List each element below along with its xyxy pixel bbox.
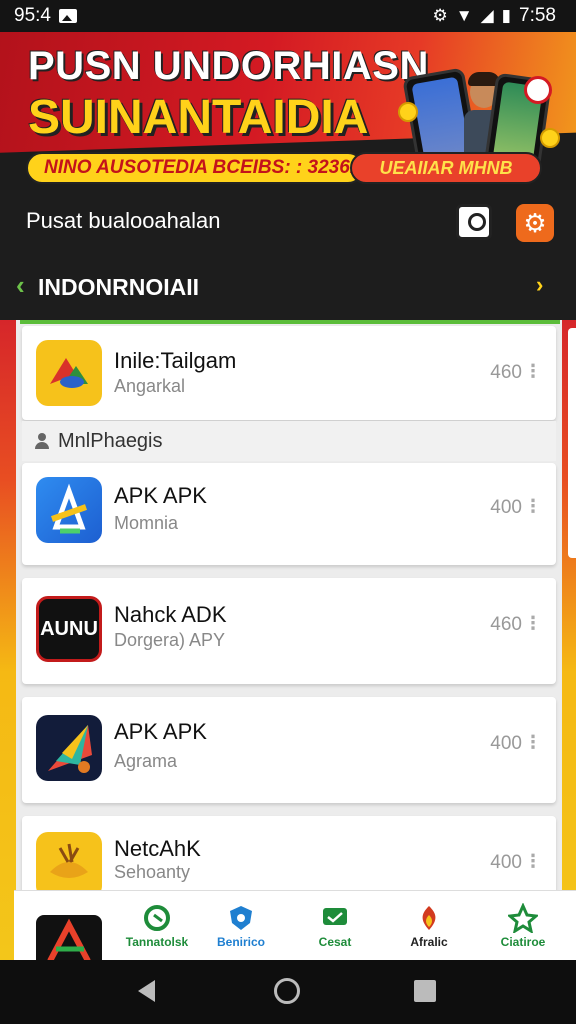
- chat-icon: [323, 908, 347, 925]
- banner-title-line2: SUINANTAIDIA: [28, 91, 369, 144]
- app-count: 460: [490, 362, 522, 383]
- more-vert-icon[interactable]: ⋮: [524, 497, 542, 515]
- app-count: 400: [490, 852, 522, 873]
- app-list-item[interactable]: AUNU Nahck ADK Dorgera) APY 460 ⋮: [22, 578, 556, 684]
- banner-promo-button[interactable]: UEAIIAR MHNB: [350, 152, 542, 184]
- shield-icon: [230, 906, 252, 930]
- app-list-item[interactable]: NetcAhK Sehoanty 400 ⋮: [22, 816, 556, 898]
- status-bar: 95:4 ⚙ ▼ ◢ ▮ 7:58: [0, 0, 576, 32]
- scan-button[interactable]: [456, 204, 492, 240]
- coin-icon: [398, 102, 418, 122]
- chevron-right-icon[interactable]: ›: [536, 272, 543, 298]
- tab-security[interactable]: Benirico: [198, 891, 284, 961]
- gear-icon: ⚙: [523, 208, 547, 238]
- tab-label: Cesat: [318, 935, 352, 949]
- battery-icon: ▮: [501, 6, 512, 25]
- tab-top[interactable]: Ciatiroe: [480, 891, 566, 961]
- chevron-left-icon[interactable]: ‹: [16, 270, 25, 301]
- app-icon: AUNU: [36, 596, 102, 662]
- app-name: Nahck ADK: [114, 602, 227, 627]
- recents-icon[interactable]: [414, 980, 436, 1002]
- signal-icon: ◢: [480, 6, 494, 25]
- section-header: MnlPhaegis: [22, 421, 556, 461]
- app-publisher: Sehoanty: [114, 862, 191, 882]
- promo-banner[interactable]: PUSN UNDORHIASN SUINANTAIDIA NINO AUSOTE…: [0, 32, 576, 190]
- app-list-item[interactable]: APK APK Agrama 400 ⋮: [22, 697, 556, 803]
- app-icon: [36, 477, 102, 543]
- section-label: MnlPhaegis: [58, 429, 163, 452]
- status-time-right: 7:58: [519, 5, 556, 26]
- banner-title-line1: PUSN UNDORHIASN: [28, 44, 429, 88]
- person-icon: [34, 433, 50, 449]
- home-button-icon[interactable]: [274, 978, 300, 1004]
- app-count: 400: [490, 733, 522, 754]
- scroll-indicator[interactable]: [568, 328, 576, 558]
- app-name: NetcAhK: [114, 836, 201, 861]
- app-publisher: Momnia: [114, 513, 179, 533]
- tab-trending[interactable]: Afralic: [386, 891, 472, 961]
- tab-label: Tannatolsk: [125, 935, 189, 949]
- more-vert-icon[interactable]: ⋮: [524, 733, 542, 751]
- app-icon: [36, 832, 102, 898]
- fire-icon: [422, 906, 436, 930]
- wifi-icon: ▼: [455, 6, 473, 25]
- partial-app-icon: [36, 915, 102, 963]
- image-notification-icon: [58, 9, 77, 23]
- app-name: APK APK: [114, 719, 207, 744]
- more-vert-icon[interactable]: ⋮: [524, 852, 542, 870]
- more-vert-icon[interactable]: ⋮: [524, 614, 542, 632]
- app-count: 460: [490, 614, 522, 635]
- banner-promo-strip: NINO AUSOTEDIA BCEIBS: : 32361: [26, 152, 364, 184]
- tab-chat[interactable]: Cesat: [292, 891, 378, 961]
- back-icon[interactable]: [138, 980, 155, 1002]
- app-icon-label: AUNU: [40, 618, 98, 640]
- app-list-item[interactable]: Inile:Tailgam Angarkal 460 ⋮: [22, 326, 556, 420]
- bottom-tab-bar: Tannatolsk Benirico Cesat Afralic Ciatir…: [14, 890, 576, 963]
- app-name: Inile:Tailgam: [114, 348, 237, 373]
- app-publisher: Angarkal: [114, 376, 186, 396]
- tab-label: Benirico: [216, 935, 265, 949]
- app-icon: [36, 340, 102, 406]
- tab-label: Afralic: [410, 935, 448, 949]
- settings-button[interactable]: ⚙: [516, 204, 554, 242]
- app-name: APK APK: [114, 483, 207, 508]
- star-icon: [508, 903, 538, 933]
- region-selector[interactable]: INDONRNOIAII: [38, 274, 199, 301]
- app-list-item[interactable]: APK APK Momnia 400 ⋮: [22, 463, 556, 565]
- alarm-icon: ⚙: [432, 6, 448, 25]
- mascot-icon: [524, 76, 552, 104]
- coin-icon: [540, 128, 560, 148]
- app-publisher: Agrama: [114, 751, 178, 771]
- page-title: Pusat bualooahalan: [26, 208, 221, 233]
- tab-home[interactable]: Tannatolsk: [114, 891, 200, 961]
- app-icon: [36, 715, 102, 781]
- app-publisher: Dorgera) APY: [114, 630, 226, 650]
- app-count: 400: [490, 497, 522, 518]
- accent-divider: [20, 320, 560, 324]
- status-time-left: 95:4: [14, 5, 51, 26]
- home-icon: [144, 905, 170, 931]
- more-vert-icon[interactable]: ⋮: [524, 362, 542, 380]
- tab-label: Ciatiroe: [500, 935, 546, 949]
